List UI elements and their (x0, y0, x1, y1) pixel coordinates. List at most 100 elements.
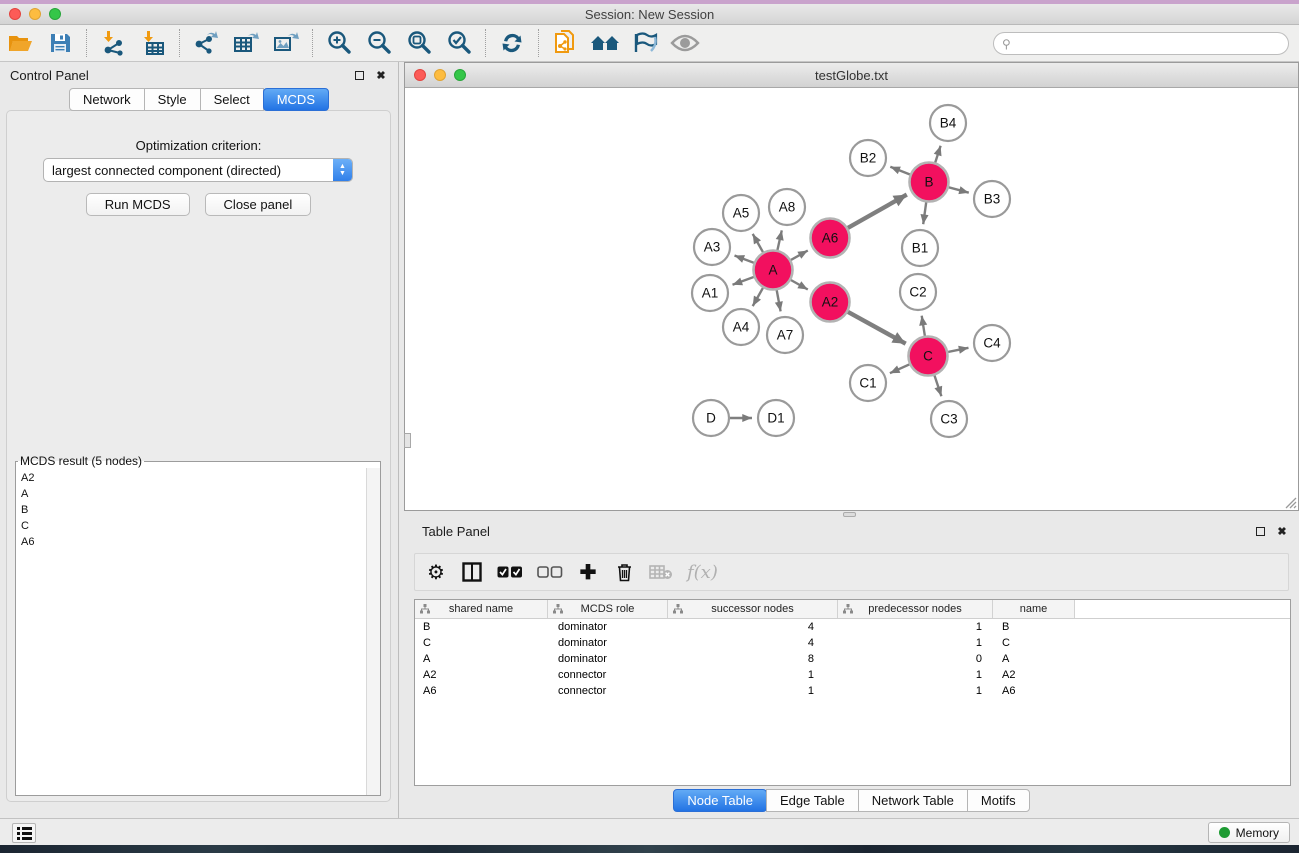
network-canvas[interactable]: AA1A2A3A4A5A6A7A8BB1B2B3B4CC1C2C3C4DD1 (405, 89, 1298, 510)
import-network-icon[interactable] (98, 28, 128, 58)
criterion-dropdown[interactable]: largest connected component (directed) ▲… (43, 158, 353, 182)
table-cell[interactable]: A6 (415, 683, 548, 699)
panel-divider-grip[interactable] (404, 433, 411, 448)
column-header-predecessor-nodes[interactable]: predecessor nodes (838, 600, 993, 618)
delete-columns-icon[interactable] (613, 560, 635, 584)
table-cell[interactable]: 1 (838, 667, 993, 683)
table-cell[interactable]: 1 (838, 619, 993, 635)
column-header-shared-name[interactable]: shared name (415, 600, 548, 618)
graph-node-A8[interactable]: A8 (769, 189, 805, 225)
graph-node-B4[interactable]: B4 (930, 105, 966, 141)
table-cell[interactable]: A (993, 651, 1075, 667)
unselect-all-columns-icon[interactable] (537, 560, 563, 584)
table-options-gear-icon[interactable]: ⚙ (425, 560, 447, 584)
column-header-mcds-role[interactable]: MCDS role (548, 600, 668, 618)
graph-node-A2[interactable]: A2 (811, 283, 850, 322)
export-network-icon[interactable] (191, 28, 221, 58)
first-neighbors-icon[interactable] (590, 28, 620, 58)
graph-node-D1[interactable]: D1 (758, 400, 794, 436)
float-table-panel-icon[interactable] (1253, 524, 1267, 538)
table-cell[interactable]: dominator (548, 635, 668, 651)
graph-node-C3[interactable]: C3 (931, 401, 967, 437)
table-cell[interactable]: 0 (838, 651, 993, 667)
tab-node-table[interactable]: Node Table (673, 789, 767, 812)
tab-select[interactable]: Select (200, 88, 264, 111)
table-row[interactable]: A2connector11A2 (415, 667, 1290, 683)
graph-node-A3[interactable]: A3 (694, 229, 730, 265)
table-row[interactable]: Bdominator41B (415, 619, 1290, 635)
tab-network-table[interactable]: Network Table (858, 789, 968, 812)
graph-node-A[interactable]: A (754, 251, 793, 290)
table-cell[interactable]: B (993, 619, 1075, 635)
table-cell[interactable]: connector (548, 683, 668, 699)
memory-button[interactable]: Memory (1208, 822, 1290, 843)
table-cell[interactable]: A2 (415, 667, 548, 683)
split-pane-grip[interactable] (843, 512, 856, 517)
column-header-successor-nodes[interactable]: successor nodes (668, 600, 838, 618)
zoom-fit-icon[interactable] (404, 28, 434, 58)
float-panel-icon[interactable] (352, 68, 366, 82)
close-panel-button[interactable]: Close panel (205, 193, 312, 216)
table-cell[interactable]: 1 (838, 635, 993, 651)
new-network-from-selection-icon[interactable] (550, 28, 580, 58)
zoom-in-icon[interactable] (324, 28, 354, 58)
table-cell[interactable]: 1 (668, 667, 838, 683)
table-row[interactable]: A6connector11A6 (415, 683, 1290, 699)
hide-selected-icon[interactable] (630, 28, 660, 58)
graph-node-B1[interactable]: B1 (902, 230, 938, 266)
graph-node-B2[interactable]: B2 (850, 140, 886, 176)
table-cell[interactable]: 4 (668, 619, 838, 635)
graph-node-C4[interactable]: C4 (974, 325, 1010, 361)
table-cell[interactable]: A (415, 651, 548, 667)
table-cell[interactable]: dominator (548, 619, 668, 635)
network-window-titlebar[interactable]: testGlobe.txt (405, 63, 1298, 88)
tab-motifs[interactable]: Motifs (967, 789, 1030, 812)
table-cell[interactable]: 4 (668, 635, 838, 651)
graph-node-A7[interactable]: A7 (767, 317, 803, 353)
graph-node-C1[interactable]: C1 (850, 365, 886, 401)
zoom-selected-icon[interactable] (444, 28, 474, 58)
table-cell[interactable]: 8 (668, 651, 838, 667)
tab-mcds[interactable]: MCDS (263, 88, 329, 111)
tab-edge-table[interactable]: Edge Table (766, 789, 859, 812)
table-cell[interactable]: dominator (548, 651, 668, 667)
close-table-panel-icon[interactable]: ✖ (1275, 524, 1289, 538)
select-all-columns-icon[interactable] (497, 560, 523, 584)
graph-node-C2[interactable]: C2 (900, 274, 936, 310)
result-item[interactable]: A2 (21, 470, 366, 486)
import-table-icon[interactable] (138, 28, 168, 58)
result-item[interactable]: B (21, 502, 366, 518)
graph-node-B3[interactable]: B3 (974, 181, 1010, 217)
table-row[interactable]: Cdominator41C (415, 635, 1290, 651)
column-browser-icon[interactable] (461, 560, 483, 584)
task-history-button[interactable] (12, 823, 36, 843)
result-item[interactable]: A6 (21, 534, 366, 550)
tab-style[interactable]: Style (144, 88, 201, 111)
export-image-icon[interactable] (271, 28, 301, 58)
graph-node-A1[interactable]: A1 (692, 275, 728, 311)
table-cell[interactable]: 1 (668, 683, 838, 699)
table-cell[interactable]: connector (548, 667, 668, 683)
table-row[interactable]: Adominator80A (415, 651, 1290, 667)
tab-network[interactable]: Network (69, 88, 145, 111)
table-cell[interactable]: C (415, 635, 548, 651)
create-new-column-icon[interactable]: ✚ (577, 560, 599, 584)
graph-node-A6[interactable]: A6 (811, 219, 850, 258)
table-cell[interactable]: B (415, 619, 548, 635)
column-header-name[interactable]: name (993, 600, 1075, 618)
run-mcds-button[interactable]: Run MCDS (86, 193, 190, 216)
table-cell[interactable]: 1 (838, 683, 993, 699)
close-panel-icon[interactable]: ✖ (374, 68, 388, 82)
result-scrollbar[interactable] (366, 468, 380, 795)
window-resize-grip[interactable] (1283, 495, 1297, 509)
save-session-icon[interactable] (45, 28, 75, 58)
search-input[interactable] (1011, 37, 1288, 51)
show-all-icon[interactable] (670, 28, 700, 58)
export-table-icon[interactable] (231, 28, 261, 58)
mcds-result-list[interactable]: A2ABCA6 (16, 468, 366, 795)
graph-node-A5[interactable]: A5 (723, 195, 759, 231)
table-cell[interactable]: A6 (993, 683, 1075, 699)
apply-layout-icon[interactable] (497, 28, 527, 58)
graph-node-B[interactable]: B (910, 163, 949, 202)
graph-node-A4[interactable]: A4 (723, 309, 759, 345)
